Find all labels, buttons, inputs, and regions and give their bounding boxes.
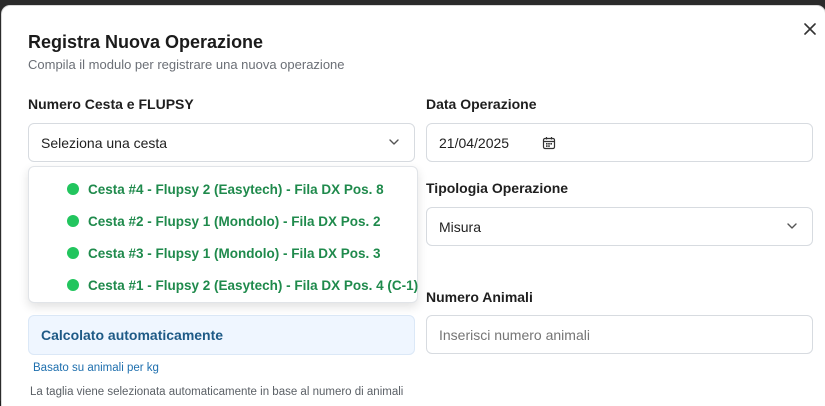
chevron-down-icon bbox=[787, 223, 797, 229]
status-dot-icon bbox=[67, 247, 79, 259]
basket-option[interactable]: Cesta #4 - Flupsy 2 (Easytech) - Fila DX… bbox=[29, 173, 417, 205]
basket-select-value: Seleziona una cesta bbox=[41, 134, 168, 151]
basket-select[interactable]: Seleziona una cesta bbox=[28, 123, 415, 162]
date-label: Data Operazione bbox=[426, 96, 537, 112]
chevron-down-icon bbox=[389, 139, 399, 145]
animals-label: Numero Animali bbox=[426, 289, 533, 305]
basket-option[interactable]: Cesta #1 - Flupsy 2 (Easytech) - Fila DX… bbox=[29, 269, 418, 301]
operation-type-label: Tipologia Operazione bbox=[426, 180, 569, 196]
date-value: 21/04/2025 bbox=[439, 134, 510, 151]
close-icon bbox=[804, 23, 816, 35]
new-operation-dialog: Registra Nuova Operazione Compila il mod… bbox=[2, 6, 825, 406]
calendar-icon[interactable] bbox=[542, 136, 556, 150]
basket-label: Numero Cesta e FLUPSY bbox=[28, 96, 194, 112]
status-dot-icon bbox=[67, 215, 79, 227]
size-basis-hint: Basato su animali per kg bbox=[33, 362, 159, 374]
dialog-title: Registra Nuova Operazione bbox=[28, 32, 264, 52]
basket-dropdown: Cesta #4 - Flupsy 2 (Easytech) - Fila DX… bbox=[28, 166, 418, 303]
animals-input[interactable] bbox=[426, 315, 813, 354]
status-dot-icon bbox=[67, 183, 79, 195]
basket-option[interactable]: Cesta #3 - Flupsy 1 (Mondolo) - Fila DX … bbox=[29, 237, 417, 269]
date-input[interactable]: 21/04/2025 bbox=[426, 123, 813, 162]
status-dot-icon bbox=[67, 279, 79, 291]
size-note: La taglia viene selezionata automaticame… bbox=[30, 386, 404, 398]
size-auto-text: Calcolato automaticamente bbox=[41, 327, 224, 343]
operation-type-value: Misura bbox=[439, 218, 482, 235]
operation-type-select[interactable]: Misura bbox=[426, 207, 813, 246]
close-button[interactable] bbox=[801, 20, 819, 38]
size-auto-box: Calcolato automaticamente bbox=[28, 315, 415, 355]
dialog-subtitle: Compila il modulo per registrare una nuo… bbox=[28, 57, 345, 72]
basket-option[interactable]: Cesta #2 - Flupsy 1 (Mondolo) - Fila DX … bbox=[29, 205, 417, 237]
